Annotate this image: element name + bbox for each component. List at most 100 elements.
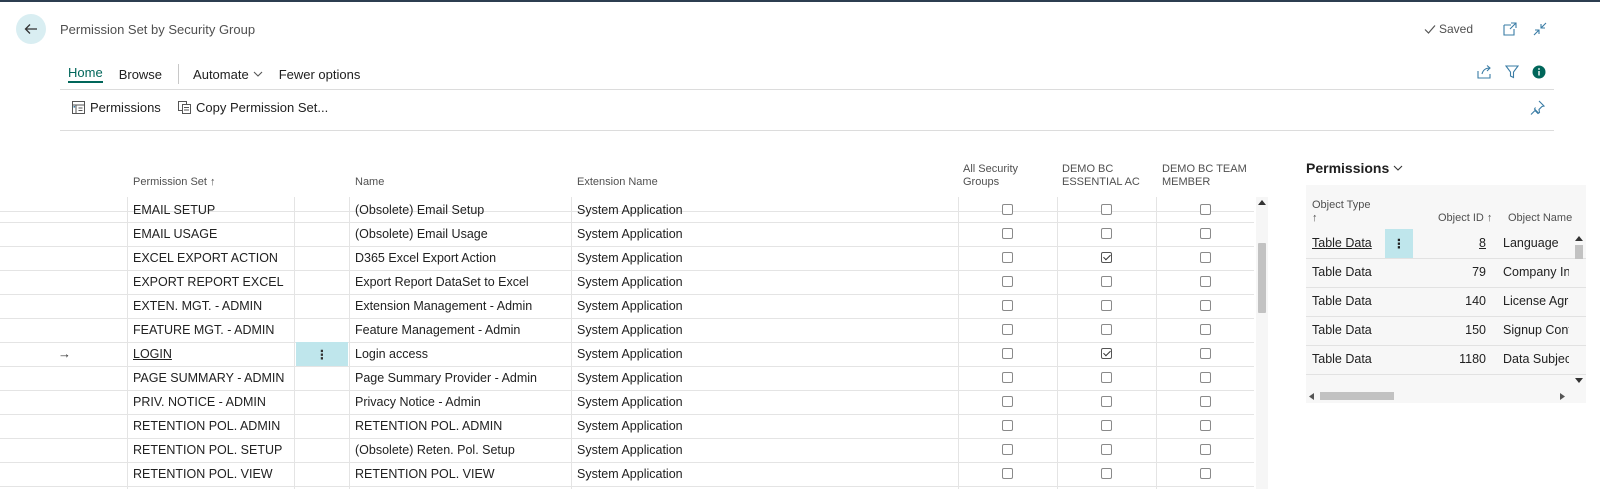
factbox-row[interactable]: Table Data 79 Company In [1306, 258, 1586, 288]
tab-home[interactable]: Home [68, 65, 103, 83]
table-row[interactable]: EXPORT REPORT EXCEL Export Report DataSet… [0, 270, 1254, 295]
table-row[interactable]: EXTEN. MGT. - ADMIN Extension Management … [0, 294, 1254, 319]
header-permission-set[interactable]: Permission Set ↑ [133, 176, 216, 189]
checkbox-demo-team[interactable] [1200, 204, 1211, 215]
scroll-up-icon [1575, 236, 1583, 241]
pin-action-bar-button[interactable] [1530, 100, 1546, 116]
filter-button[interactable] [1504, 64, 1520, 80]
checkbox-demo-essential[interactable] [1101, 468, 1112, 479]
grid-vertical-scrollbar[interactable] [1256, 197, 1268, 489]
header-demo-bc-essential-line2: ESSENTIAL AC [1062, 176, 1140, 188]
cell-permission-set: EMAIL SETUP [133, 203, 216, 217]
header-extension-name[interactable]: Extension Name [577, 176, 658, 189]
table-row[interactable]: EXCEL EXPORT ACTION D365 Excel Export Act… [0, 246, 1254, 271]
table-row[interactable]: EMAIL SETUP (Obsolete) Email Setup System … [0, 198, 1254, 223]
factbox-permissions-toggle[interactable]: Permissions [1306, 160, 1403, 176]
checkbox-demo-essential[interactable] [1101, 276, 1112, 287]
checkbox-demo-essential[interactable] [1101, 228, 1112, 239]
checkbox-demo-essential[interactable] [1101, 396, 1112, 407]
factbox-vertical-scrollbar[interactable] [1574, 235, 1584, 385]
tab-browse[interactable]: Browse [119, 67, 162, 82]
factbox-horizontal-scrollbar[interactable] [1306, 390, 1568, 402]
checkbox-demo-team[interactable] [1200, 324, 1211, 335]
checkbox-demo-essential[interactable] [1101, 348, 1112, 359]
table-row[interactable]: → LOGIN ⋮ Login access System Application [0, 342, 1254, 367]
checkbox-demo-team[interactable] [1200, 228, 1211, 239]
checkbox-all-groups[interactable] [1002, 420, 1013, 431]
factbox-cell-object-name: License Agre [1503, 294, 1569, 308]
header-demo-bc-team[interactable]: DEMO BC TEAM MEMBER [1162, 163, 1247, 189]
automate-menu[interactable]: Automate [193, 67, 263, 82]
checkbox-demo-essential[interactable] [1101, 204, 1112, 215]
factbox-row-actions-button[interactable]: ⋮ [1385, 229, 1413, 258]
checkbox-demo-essential[interactable] [1101, 444, 1112, 455]
table-row[interactable]: PRIV. NOTICE - ADMIN Privacy Notice - Adm… [0, 390, 1254, 415]
cell-extension-name: System Application [577, 395, 683, 409]
cell-permission-set: EMAIL USAGE [133, 227, 218, 241]
checkbox-demo-essential[interactable] [1101, 300, 1112, 311]
info-button[interactable] [1531, 64, 1547, 80]
back-button[interactable] [16, 14, 46, 44]
checkbox-all-groups[interactable] [1002, 444, 1013, 455]
checkbox-demo-essential[interactable] [1101, 252, 1112, 263]
checkbox-demo-team[interactable] [1200, 444, 1211, 455]
checkbox-demo-team[interactable] [1200, 348, 1211, 359]
checkbox-all-groups[interactable] [1002, 300, 1013, 311]
checkbox-all-groups[interactable] [1002, 228, 1013, 239]
factbox-title: Permissions [1306, 160, 1390, 176]
checkbox-demo-team[interactable] [1200, 468, 1211, 479]
table-row[interactable]: RETENTION POL. SETUP (Obsolete) Reten. Po… [0, 438, 1254, 463]
factbox-vertical-thumb[interactable] [1575, 245, 1583, 259]
checkbox-all-groups[interactable] [1002, 348, 1013, 359]
factbox-header-object-id[interactable]: Object ID ↑ [1438, 212, 1492, 225]
open-new-window-button[interactable] [1502, 21, 1518, 37]
checkbox-demo-team[interactable] [1200, 252, 1211, 263]
collapse-button[interactable] [1532, 21, 1548, 37]
factbox-header-object-type[interactable]: Object Type ↑ [1312, 199, 1371, 225]
factbox-header-object-name[interactable]: Object Name [1508, 212, 1572, 225]
checkbox-demo-team[interactable] [1200, 300, 1211, 311]
checkbox-demo-essential[interactable] [1101, 420, 1112, 431]
cell-extension-name: System Application [577, 371, 683, 385]
checkbox-demo-team[interactable] [1200, 420, 1211, 431]
factbox-horizontal-thumb[interactable] [1320, 392, 1394, 400]
checkbox-demo-team[interactable] [1200, 276, 1211, 287]
checkbox-all-groups[interactable] [1002, 468, 1013, 479]
checkbox-all-groups[interactable] [1002, 204, 1013, 215]
checkbox-all-groups[interactable] [1002, 252, 1013, 263]
copy-permission-set-command[interactable]: Copy Permission Set... [178, 100, 328, 115]
factbox-row[interactable]: Table Data ⋮ 8 Language [1306, 229, 1586, 259]
saved-status: Saved [1424, 22, 1473, 36]
checkbox-demo-essential[interactable] [1101, 372, 1112, 383]
checkbox-all-groups[interactable] [1002, 324, 1013, 335]
row-actions-button[interactable]: ⋮ [296, 342, 348, 366]
checkbox-demo-team[interactable] [1200, 396, 1211, 407]
action-separator [178, 64, 180, 84]
checkbox-demo-team[interactable] [1200, 372, 1211, 383]
table-row[interactable]: RETENTION POL. VIEW RETENTION POL. VIEW Sy… [0, 462, 1254, 487]
fewer-options-button[interactable]: Fewer options [279, 67, 361, 82]
header-all-security-groups[interactable]: All Security Groups [963, 163, 1018, 189]
factbox-row[interactable]: Table Data 150 Signup Cont [1306, 316, 1586, 346]
share-button[interactable] [1476, 64, 1492, 80]
table-row[interactable]: PAGE SUMMARY - ADMIN Page Summary Provide… [0, 366, 1254, 391]
cell-name: Export Report DataSet to Excel [355, 275, 529, 289]
checkbox-demo-essential[interactable] [1101, 324, 1112, 335]
table-row[interactable]: FEATURE MGT. - ADMIN Feature Management -… [0, 318, 1254, 343]
table-row[interactable]: RETENTION POL. ADMIN RETENTION POL. ADMIN… [0, 414, 1254, 439]
checkbox-all-groups[interactable] [1002, 372, 1013, 383]
cell-permission-set[interactable]: LOGIN [133, 342, 291, 366]
table-row[interactable]: EMAIL USAGE (Obsolete) Email Usage System … [0, 222, 1254, 247]
checkbox-all-groups[interactable] [1002, 276, 1013, 287]
header-name[interactable]: Name [355, 176, 384, 189]
grid-scroll-thumb[interactable] [1258, 243, 1266, 313]
factbox-row[interactable]: Table Data 1180 Data Subjec [1306, 345, 1586, 375]
permissions-command[interactable]: Permissions [72, 100, 161, 115]
factbox-row[interactable]: Table Data 140 License Agre [1306, 287, 1586, 317]
factbox-cell-object-type[interactable]: Table Data [1312, 229, 1384, 258]
cell-name: Page Summary Provider - Admin [355, 371, 538, 385]
header-demo-bc-essential[interactable]: DEMO BC ESSENTIAL AC [1062, 163, 1140, 189]
action-divider [60, 89, 1554, 90]
checkbox-all-groups[interactable] [1002, 396, 1013, 407]
collapse-icon [1533, 22, 1547, 36]
